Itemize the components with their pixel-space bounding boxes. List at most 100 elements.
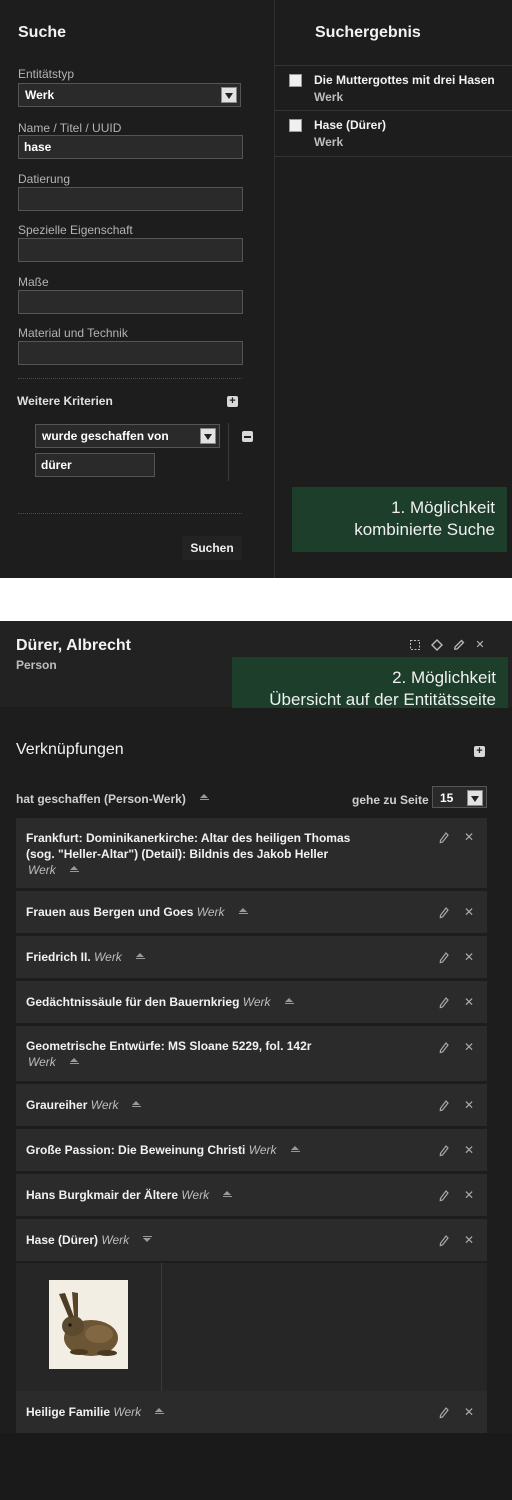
link-title-text: Geometrische Entwürfe: MS Sloane 5229, f… [26, 1039, 312, 1053]
close-icon[interactable]: ✕ [474, 639, 486, 651]
sort-icon[interactable] [238, 908, 248, 914]
link-row[interactable]: Frankfurt: Dominikanerkirche: Altar des … [16, 818, 487, 888]
pencil-icon[interactable] [439, 906, 449, 919]
link-type: Werk [101, 1233, 130, 1247]
result-item[interactable]: Hase (Dürer) Werk [275, 111, 512, 157]
close-icon[interactable]: ✕ [464, 1234, 474, 1246]
pencil-icon[interactable] [453, 639, 465, 651]
collapse-icon[interactable] [143, 1236, 153, 1242]
link-row[interactable]: Große Passion: Die Beweinung Christi Wer… [16, 1129, 487, 1171]
sort-icon[interactable] [135, 953, 145, 959]
entity-name: Dürer, Albrecht [16, 637, 131, 654]
goto-page-select[interactable]: 15 [432, 786, 487, 808]
criterion-relation-select[interactable]: wurde geschaffen von [35, 424, 220, 448]
link-title[interactable]: Friedrich II. Werk [26, 949, 145, 965]
link-row[interactable]: Graureiher Werk ✕ [16, 1084, 487, 1126]
entity-type-select[interactable]: Werk [18, 83, 241, 107]
pencil-icon[interactable] [439, 996, 449, 1009]
pencil-icon[interactable] [439, 1189, 449, 1202]
link-row[interactable]: Hase (Dürer) Werk ✕ [16, 1219, 487, 1261]
hare-thumbnail[interactable] [49, 1280, 128, 1369]
close-icon[interactable]: ✕ [464, 1041, 474, 1053]
close-icon[interactable]: ✕ [464, 831, 474, 843]
pencil-icon[interactable] [439, 951, 449, 964]
pencil-icon[interactable] [439, 831, 449, 844]
link-title[interactable]: Große Passion: Die Beweinung Christi Wer… [26, 1142, 300, 1158]
goto-page-label: gehe zu Seite [352, 793, 429, 807]
select-icon[interactable] [409, 639, 421, 651]
entity-type-value: Werk [25, 88, 55, 102]
link-title-text: Hase (Dürer) [26, 1233, 99, 1247]
link-type: Werk [28, 1055, 56, 1069]
close-icon[interactable]: ✕ [464, 1406, 474, 1418]
links-section: Verknüpfungen + hat geschaffen (Person-W… [0, 708, 512, 1500]
sort-icon[interactable] [200, 794, 209, 800]
crosshair-icon[interactable] [431, 639, 443, 651]
link-title[interactable]: Hase (Dürer) Werk [26, 1232, 153, 1248]
search-results: Suchergebnis Die Muttergottes mit drei H… [275, 0, 512, 578]
result-checkbox[interactable] [289, 119, 302, 132]
link-title-text: Frauen aus Bergen und Goes [26, 905, 194, 919]
link-title-line: Frankfurt: Dominikanerkirche: Altar des … [26, 831, 351, 845]
pencil-icon[interactable] [439, 1406, 449, 1419]
result-checkbox[interactable] [289, 74, 302, 87]
sort-icon[interactable] [155, 1408, 165, 1414]
link-title[interactable]: Heilige Familie Werk [26, 1404, 165, 1420]
link-row[interactable]: Hans Burgkmair der Ältere Werk ✕ [16, 1174, 487, 1216]
dimensions-input[interactable] [18, 290, 243, 314]
link-title-text: Große Passion: Die Beweinung Christi [26, 1143, 246, 1157]
pencil-icon[interactable] [439, 1099, 449, 1112]
link-title[interactable]: Geometrische Entwürfe: MS Sloane 5229, f… [26, 1038, 311, 1070]
result-item[interactable]: Die Muttergottes mit drei Hasen Werk [275, 65, 512, 111]
add-criterion-icon[interactable]: + [227, 396, 238, 407]
chevron-down-icon[interactable] [200, 428, 216, 444]
search-button[interactable]: Suchen [182, 536, 242, 560]
link-row[interactable]: Friedrich II. Werk ✕ [16, 936, 487, 978]
add-link-icon[interactable]: + [474, 746, 485, 757]
search-title: Suche [18, 24, 67, 41]
relation-label: hat geschaffen (Person-Werk) [16, 792, 186, 806]
links-title: Verknüpfungen [16, 741, 124, 758]
close-icon[interactable]: ✕ [464, 1144, 474, 1156]
close-icon[interactable]: ✕ [464, 996, 474, 1008]
link-type: Werk [94, 950, 122, 964]
entity-header: Dürer, Albrecht Person ✕ 2. Möglichkeit … [0, 621, 512, 723]
result-type: Werk [314, 135, 344, 149]
result-title[interactable]: Die Muttergottes mit drei Hasen [314, 73, 495, 87]
material-input[interactable] [18, 341, 243, 365]
sort-icon[interactable] [290, 1146, 300, 1152]
link-type: Werk [90, 1098, 119, 1112]
footer [0, 1433, 512, 1500]
close-icon[interactable]: ✕ [464, 951, 474, 963]
dating-input[interactable] [18, 187, 243, 211]
expanded-details [16, 1263, 487, 1391]
pencil-icon[interactable] [439, 1144, 449, 1157]
link-title[interactable]: Frauen aus Bergen und Goes Werk [26, 904, 248, 920]
result-title[interactable]: Hase (Dürer) [314, 118, 386, 132]
sort-icon[interactable] [69, 1058, 79, 1064]
close-icon[interactable]: ✕ [464, 1099, 474, 1111]
pencil-icon[interactable] [439, 1234, 449, 1247]
sort-icon[interactable] [223, 1191, 233, 1197]
criterion-value-input[interactable]: dürer [35, 453, 155, 477]
link-title[interactable]: Hans Burgkmair der Ältere Werk [26, 1187, 233, 1203]
sort-icon[interactable] [132, 1101, 142, 1107]
pencil-icon[interactable] [439, 1041, 449, 1054]
remove-criterion-icon[interactable] [242, 431, 253, 442]
link-title[interactable]: Graureiher Werk [26, 1097, 142, 1113]
link-type: Werk [196, 905, 225, 919]
chevron-down-icon[interactable] [467, 790, 483, 806]
sort-icon[interactable] [69, 866, 79, 872]
link-row[interactable]: Gedächtnissäule für den Bauernkrieg Werk… [16, 981, 487, 1023]
close-icon[interactable]: ✕ [464, 1189, 474, 1201]
link-title[interactable]: Gedächtnissäule für den Bauernkrieg Werk [26, 994, 294, 1010]
name-input[interactable]: hase [18, 135, 243, 159]
sort-icon[interactable] [284, 998, 294, 1004]
link-row[interactable]: Heilige Familie Werk ✕ [16, 1391, 487, 1433]
chevron-down-icon[interactable] [221, 87, 237, 103]
link-row[interactable]: Frauen aus Bergen und Goes Werk ✕ [16, 891, 487, 933]
close-icon[interactable]: ✕ [464, 906, 474, 918]
special-property-input[interactable] [18, 238, 243, 262]
link-title[interactable]: Frankfurt: Dominikanerkirche: Altar des … [26, 830, 350, 878]
link-row[interactable]: Geometrische Entwürfe: MS Sloane 5229, f… [16, 1026, 487, 1081]
